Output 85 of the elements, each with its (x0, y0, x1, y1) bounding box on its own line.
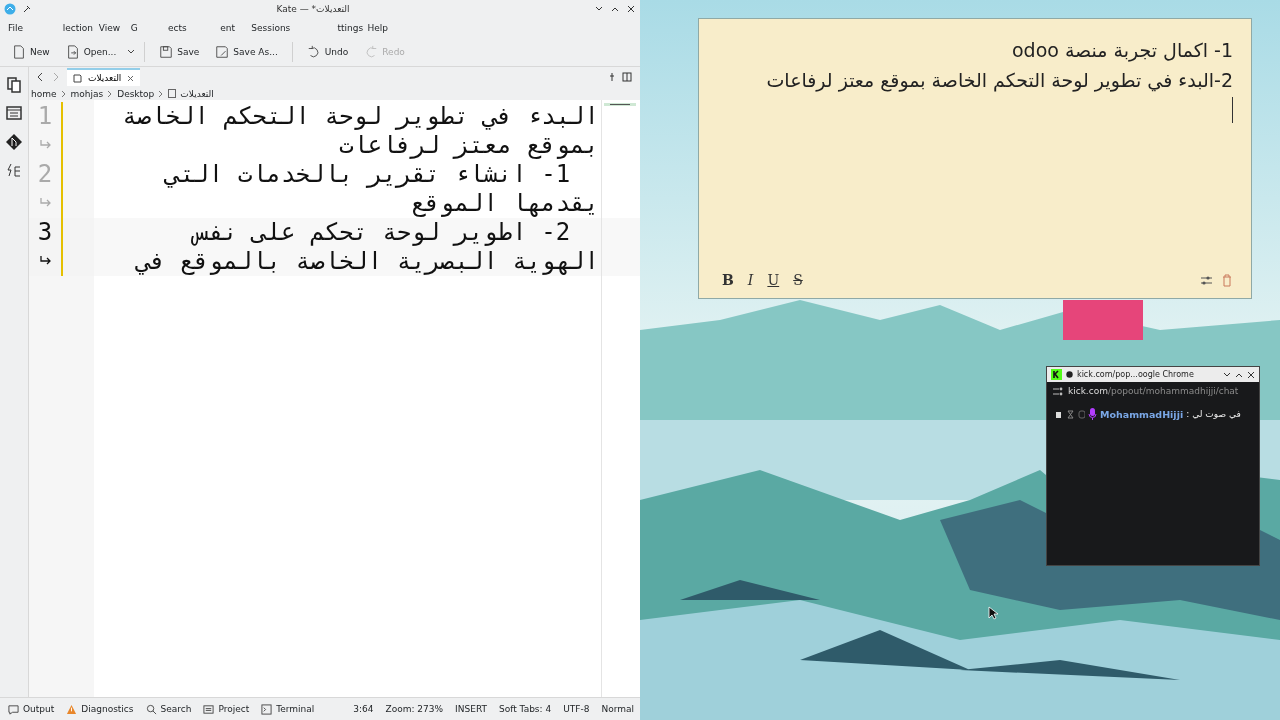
wrap-arrow-icon (38, 255, 52, 267)
lightning-branch-icon[interactable] (6, 163, 22, 179)
code-line[interactable]: البدء في تطوير لوحة التحكم الخاصة بموقع معتز لرفاعات (94, 102, 599, 160)
breadcrumb-item[interactable]: Desktop (117, 88, 155, 99)
code-line[interactable]: 2- اطوير لوحة تحكم على نفس الهوية البصرية الخاصة بالموقع في (94, 218, 599, 276)
menu-item[interactable]: G (130, 23, 138, 33)
text-cursor (1232, 97, 1233, 123)
chat-message: في صوت لي (1192, 409, 1241, 419)
menu-item[interactable]: ent (220, 23, 236, 33)
line-number: 2 (37, 160, 53, 189)
new-file-icon (12, 45, 26, 59)
menu-item[interactable]: ects (168, 23, 187, 33)
redo-icon (364, 45, 379, 59)
menu-item[interactable]: File (8, 23, 24, 33)
status-item[interactable]: INSERT (455, 704, 487, 714)
address-bar[interactable]: kick.com/popout/mohammadhijji/chat (1068, 386, 1239, 396)
wrap-arrow-icon (38, 197, 52, 209)
panel-button[interactable]: Project (201, 703, 252, 715)
panel-button[interactable]: Diagnostics (64, 703, 136, 715)
breadcrumb-item[interactable]: home (31, 88, 57, 99)
toolbar-button[interactable]: Open... (59, 42, 123, 62)
line-number: 3 (37, 218, 53, 247)
app-icon (4, 3, 16, 15)
note-line[interactable]: 1- اكمال تجربة منصة odoo (719, 35, 1233, 65)
documents-icon[interactable] (6, 77, 22, 93)
warning-icon (66, 703, 78, 715)
status-item[interactable]: 3:64 (353, 704, 374, 714)
floppy-pencil-icon (215, 45, 230, 59)
status-item[interactable]: UTF-8 (563, 704, 590, 714)
panel-button[interactable]: Output (6, 703, 57, 715)
menu-item[interactable]: View (98, 23, 121, 33)
pin-icon[interactable] (608, 72, 616, 82)
chevron-right-icon (60, 89, 67, 98)
toolbar-button[interactable]: Save (153, 42, 206, 62)
open-file-icon (65, 45, 80, 59)
badge-icons-drawing (1055, 409, 1085, 419)
search-icon (145, 703, 157, 715)
menu-item[interactable]: Sessions (251, 23, 291, 33)
window-title: Kate — *التعديلات (275, 4, 351, 14)
record-dot-icon (1066, 371, 1073, 378)
terminal-icon (261, 703, 273, 715)
minimize-icon[interactable] (1223, 370, 1231, 379)
undo-icon (306, 45, 321, 59)
pin-icon[interactable] (22, 4, 32, 14)
line-number: 1 (37, 102, 53, 131)
document-tab[interactable]: التعديلات (67, 68, 141, 86)
split-view-icon[interactable] (622, 72, 632, 82)
window-title: kick.com/pop...oogle Chrome (1077, 370, 1195, 379)
chevron-right-icon (107, 89, 114, 98)
status-item[interactable]: Normal (601, 704, 634, 714)
breadcrumb-item[interactable]: التعديلات (180, 88, 214, 99)
format-button[interactable]: B (719, 272, 737, 288)
mouse-pointer-icon (988, 606, 998, 620)
speech-bubble-icon (8, 703, 19, 715)
close-icon[interactable] (626, 4, 636, 14)
breadcrumb-item[interactable]: mohjas (70, 88, 104, 99)
menu-item[interactable]: Help (367, 23, 389, 33)
status-item[interactable]: Zoom: 273% (385, 704, 444, 714)
close-icon[interactable] (1247, 370, 1255, 379)
toolbar-button[interactable]: Save As... (209, 42, 284, 62)
menu-item[interactable]: lection (62, 23, 93, 33)
format-button[interactable]: S (790, 272, 806, 288)
chat-separator: : (1186, 409, 1190, 419)
git-diamond-icon[interactable] (5, 133, 23, 151)
letter-k-logo-icon (1051, 369, 1062, 380)
toolbar-button[interactable]: New (6, 42, 56, 62)
format-button[interactable]: U (764, 272, 783, 288)
wrap-arrow-icon (38, 139, 52, 151)
menu-item[interactable]: ttings (337, 23, 364, 33)
list-window-icon[interactable] (6, 105, 22, 121)
note-line[interactable]: 2-البدء في تطوير لوحة التحكم الخاصة بموقع معتز لرفاعات (719, 65, 1233, 95)
project-icon (203, 703, 215, 715)
panel-button[interactable]: Terminal (259, 703, 317, 715)
microphone-icon (1088, 408, 1097, 420)
chat-username[interactable]: MohammadHijji (1100, 408, 1184, 420)
toolbar-button[interactable]: Undo (300, 42, 355, 62)
minimap-drawing (602, 102, 638, 108)
chevron-right-icon (158, 89, 165, 98)
code-line[interactable]: 1- انشاء تقرير بالخدمات التي يقدمها الموقع (94, 160, 599, 218)
close-icon (127, 74, 135, 82)
format-button[interactable]: I (744, 272, 757, 288)
file-icon (168, 89, 177, 98)
panel-button[interactable]: Search (143, 703, 194, 715)
status-item[interactable]: Soft Tabs: 4 (499, 704, 552, 714)
site-settings-icon[interactable] (1053, 386, 1063, 396)
